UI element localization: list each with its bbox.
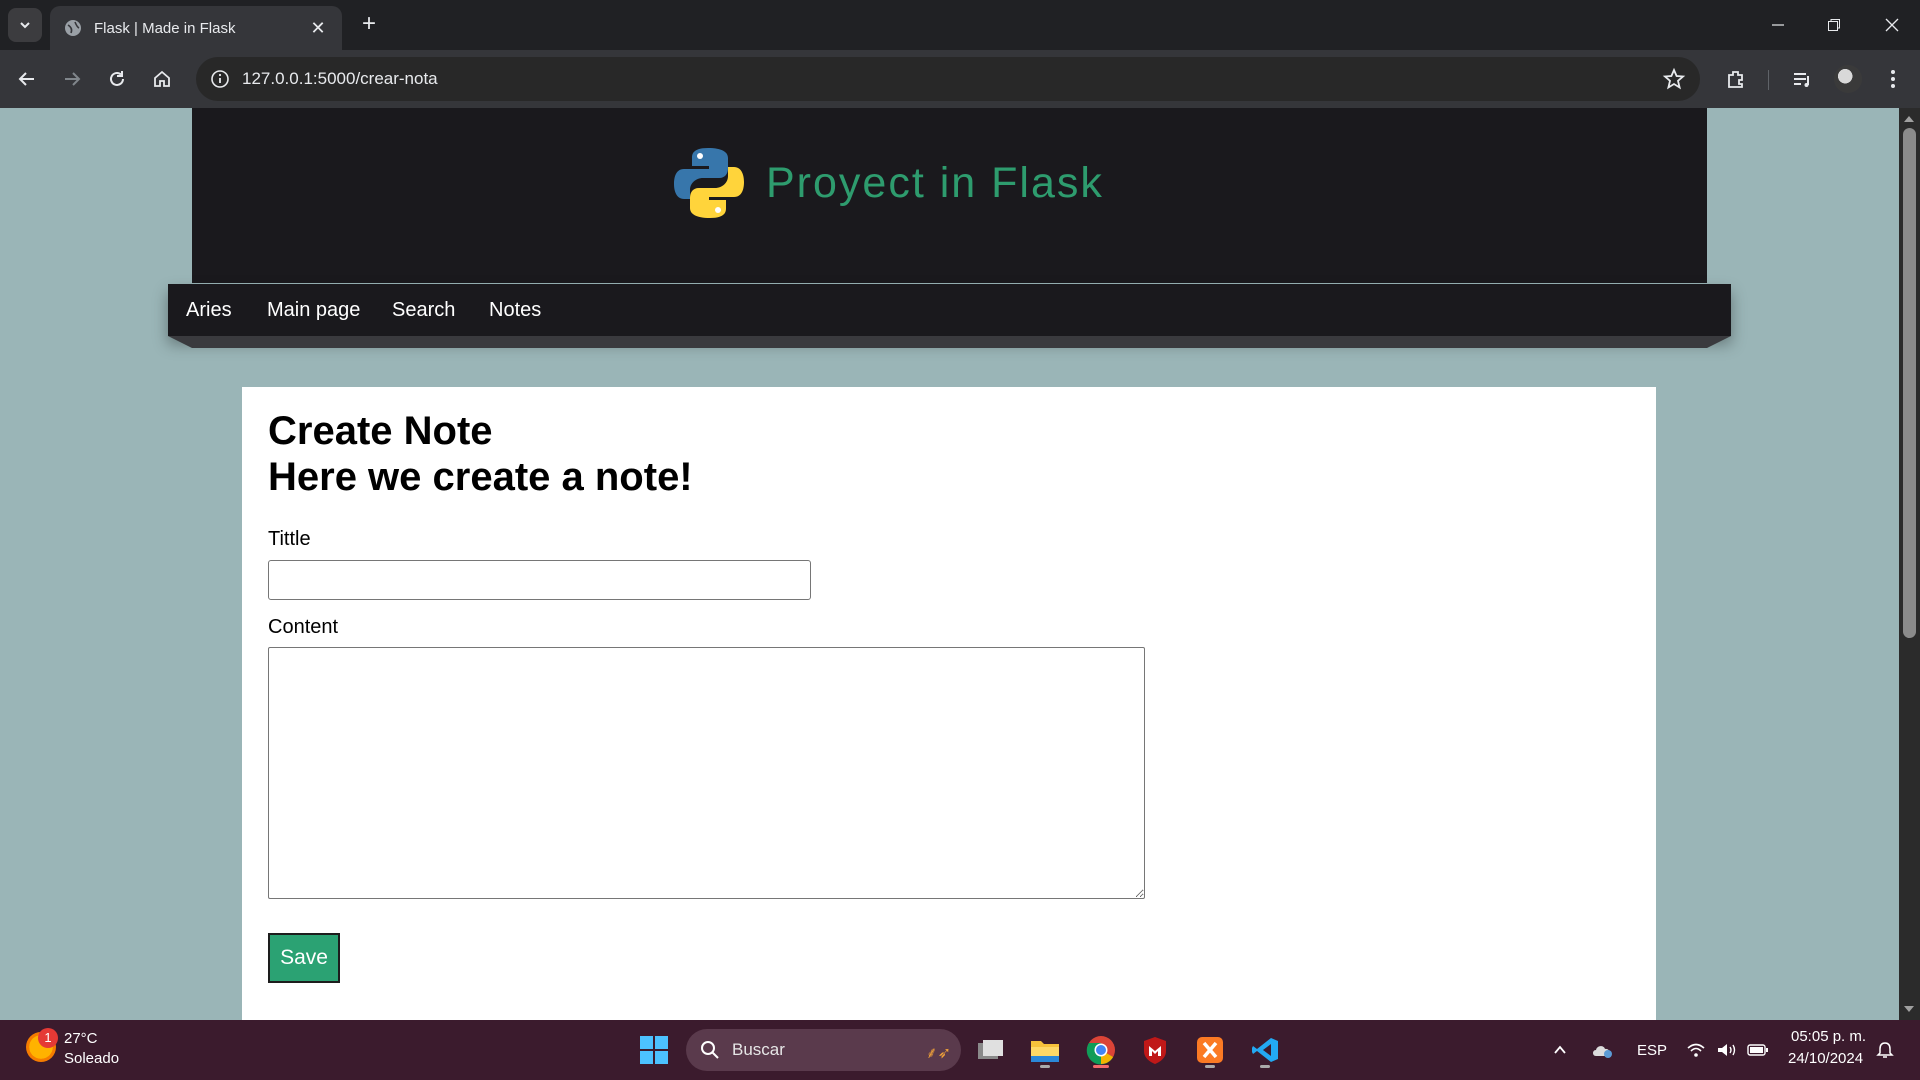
browser-toolbar: 127.0.0.1:5000/crear-nota [0,50,1920,108]
globe-icon [65,20,81,36]
close-window-icon[interactable] [1864,0,1920,50]
chevron-up-icon[interactable] [1552,1020,1568,1080]
mcafee-icon[interactable] [1135,1030,1175,1070]
running-indicator [1260,1065,1270,1068]
running-indicator [1040,1065,1050,1068]
weather-badge: 1 [38,1028,58,1048]
browser-tab-bar: Flask | Made in Flask ✕ + [0,0,1920,50]
volume-icon[interactable] [1716,1020,1738,1080]
wifi-icon[interactable] [1686,1020,1706,1080]
title-input[interactable] [268,560,811,600]
notification-icon[interactable] [1875,1020,1895,1080]
content-textarea[interactable] [268,647,1145,899]
page-title: Create Note [268,409,493,453]
python-logo [674,148,744,218]
avatar[interactable] [1834,65,1862,93]
menu-icon[interactable] [1877,63,1909,95]
minimize-icon[interactable] [1750,0,1806,50]
tab-title: Flask | Made in Flask [94,19,236,37]
battery-icon[interactable] [1747,1020,1769,1080]
search-highlight-icon: ⸙➶ [925,1045,951,1062]
scroll-thumb[interactable] [1903,128,1916,638]
main-content: Create Note Here we create a note! Tittl… [242,387,1656,1020]
nav-item-main-page[interactable]: Main page [267,284,360,336]
star-icon[interactable] [1662,67,1686,91]
vscode-icon[interactable] [1245,1030,1285,1070]
taskbar-search[interactable]: Buscar ⸙➶ [686,1029,961,1071]
nav-item-aries[interactable]: Aries [186,284,232,336]
windows-taskbar: 1 27°C Soleado Buscar ⸙➶ ESP 05:05 p. m.… [0,1020,1920,1080]
content-label: Content [268,616,339,638]
page-viewport: Proyect in Flask Aries Main page Search … [0,108,1899,1020]
info-icon[interactable] [206,65,234,93]
nav-item-notes[interactable]: Notes [489,284,541,336]
xampp-icon[interactable] [1190,1030,1230,1070]
site-nav: Aries Main page Search Notes [168,284,1731,336]
taskbar-search-placeholder: Buscar [732,1040,785,1059]
close-icon[interactable]: ✕ [308,18,328,39]
clock-date[interactable]: 24/10/2024 [1788,1050,1863,1067]
weather-description[interactable]: Soleado [64,1050,119,1067]
address-bar[interactable]: 127.0.0.1:5000/crear-nota [196,57,1700,101]
page-scrollbar[interactable] [1899,108,1920,1020]
extensions-icon[interactable] [1720,63,1752,95]
plus-icon[interactable]: + [354,10,384,40]
site-title: Proyect in Flask [766,158,1104,207]
weather-temperature[interactable]: 27°C [64,1030,98,1047]
page-subtitle: Here we create a note! [268,455,693,499]
home-icon[interactable] [146,63,178,95]
running-indicator [1205,1065,1215,1068]
maximize-icon[interactable] [1806,0,1862,50]
search-icon [701,1041,719,1059]
back-icon[interactable] [11,63,43,95]
save-button[interactable]: Save [268,933,340,983]
media-icon[interactable] [1786,63,1818,95]
site-header: Proyect in Flask [192,108,1707,283]
nav-ribbon-edge [168,336,1731,348]
language-indicator[interactable]: ESP [1637,1020,1667,1080]
title-label: Tittle [268,528,311,550]
clock-time[interactable]: 05:05 p. m. [1791,1028,1866,1045]
active-indicator [1093,1065,1109,1068]
forward-icon[interactable] [56,63,88,95]
browser-tab[interactable]: Flask | Made in Flask ✕ [50,6,342,50]
cloud-icon[interactable] [1590,1020,1614,1080]
file-explorer-icon[interactable] [1025,1030,1065,1070]
reload-icon[interactable] [101,63,133,95]
scroll-up-arrow[interactable] [1904,116,1914,122]
scroll-down-arrow[interactable] [1904,1006,1914,1012]
chrome-icon[interactable] [1081,1030,1121,1070]
tab-search-icon[interactable] [8,8,42,42]
task-view-icon[interactable] [971,1030,1011,1070]
site-brand[interactable]: Proyect in Flask [670,144,1104,222]
url-text[interactable]: 127.0.0.1:5000/crear-nota [242,57,438,101]
nav-item-search[interactable]: Search [392,284,455,336]
toolbar-separator [1768,70,1769,90]
windows-start-icon[interactable] [640,1036,668,1064]
